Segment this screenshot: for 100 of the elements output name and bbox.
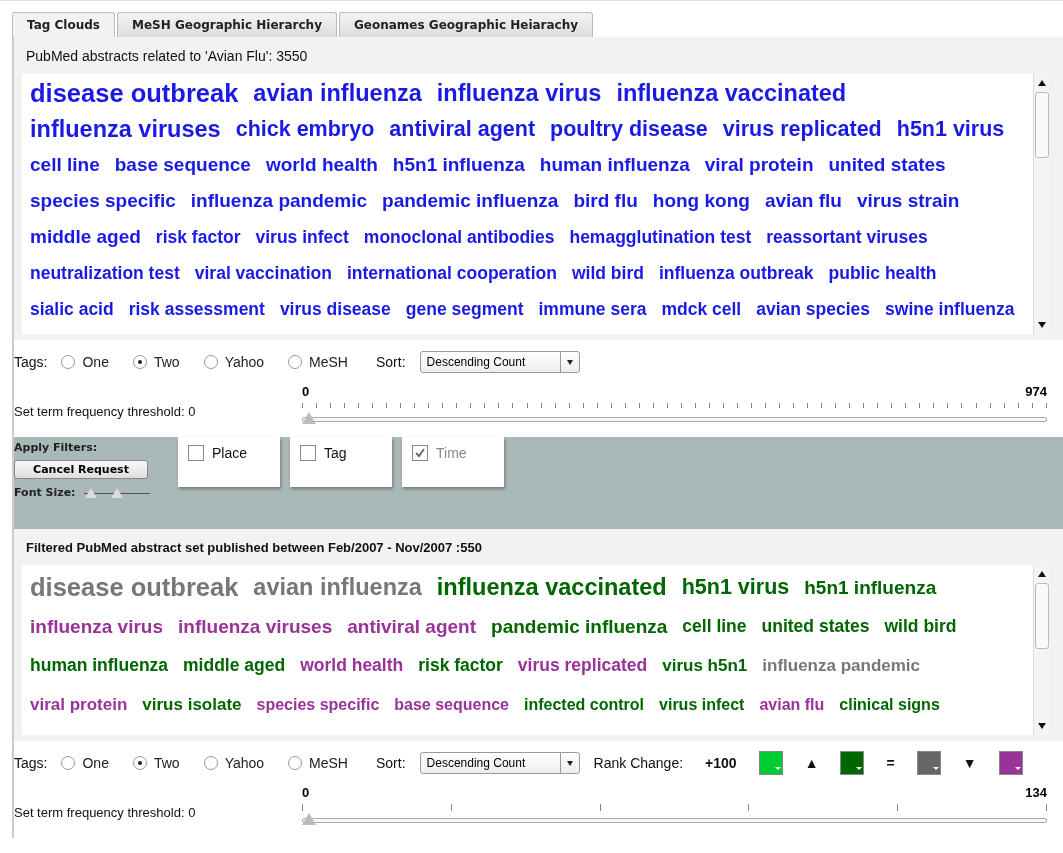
tag-option-radio[interactable]: MeSH (288, 354, 348, 370)
tag-link[interactable]: clinical signs (839, 685, 940, 724)
tag-link[interactable]: antiviral agent (347, 607, 477, 646)
tag-link[interactable]: monoclonal antibodies (363, 219, 555, 255)
tag-link[interactable]: bird flu (573, 183, 638, 219)
tag-link[interactable]: pandemic influenza (382, 183, 559, 219)
tag-link[interactable]: avian influenza (253, 568, 422, 607)
tag-link[interactable]: h5n1 influenza (392, 147, 525, 183)
tag-link[interactable]: viral protein (704, 147, 814, 183)
tag-link[interactable]: influenza pandemic (190, 183, 368, 219)
tag-link[interactable]: world health (265, 147, 378, 183)
tab[interactable]: Tag Clouds (12, 12, 115, 37)
color-picker-swatch[interactable] (916, 751, 941, 775)
tag-link[interactable]: h5n1 influenza (804, 568, 937, 607)
tab[interactable]: MeSH Geographic Hierarchy (116, 12, 337, 37)
tag-link[interactable]: virus replicated (722, 111, 882, 147)
tag-link[interactable]: human influenza (30, 646, 169, 685)
tag-link[interactable]: antiviral agent (389, 111, 536, 147)
tag-link[interactable]: cell line (682, 607, 747, 646)
tag-link[interactable]: virus h5n1 (662, 646, 748, 685)
tag-link[interactable]: cell line (30, 147, 100, 183)
font-size-slider[interactable] (83, 487, 150, 499)
tag-link[interactable]: hemagglutination test (569, 219, 752, 255)
tag-option-radio[interactable]: Two (132, 755, 180, 771)
slider-max-label: 134 (1025, 785, 1047, 800)
tag-option-radio[interactable]: One (61, 354, 109, 370)
tag-link[interactable]: risk factor (155, 219, 241, 255)
tag-link[interactable]: disease outbreak (30, 568, 239, 607)
tag-link[interactable]: influenza vaccinated (436, 568, 667, 607)
tag-link[interactable]: influenza viruses (30, 111, 221, 147)
tag-option-radio[interactable]: MeSH (288, 755, 348, 771)
tag-link[interactable]: united states (761, 607, 870, 646)
tag-link[interactable]: human influenza (539, 147, 690, 183)
tag-option-radio[interactable]: Yahoo (203, 755, 265, 771)
tag-link[interactable]: risk factor (418, 646, 503, 685)
tag-link[interactable]: world health (300, 646, 404, 685)
tag-link[interactable]: sialic acid (30, 291, 114, 327)
tag-link[interactable]: virus strain (856, 183, 960, 219)
filter-checkbox[interactable]: Tag (300, 445, 347, 461)
tag-link[interactable]: viral protein (30, 685, 128, 724)
filtered-heading: Filtered PubMed abstract set published between Feb/2007 - Nov/2007 :550 (25, 539, 483, 557)
check-icon (414, 447, 426, 459)
tag-link[interactable]: pandemic influenza (491, 607, 668, 646)
tag-option-radio[interactable]: Two (132, 354, 180, 370)
tag-link[interactable]: public health (828, 255, 937, 291)
tag-link[interactable]: chick embryo (235, 111, 375, 147)
tag-link[interactable]: middle aged (183, 646, 286, 685)
tag-link[interactable]: influenza pandemic (762, 646, 921, 685)
tag-link[interactable]: influenza vaccinated (616, 75, 847, 111)
tag-link[interactable]: viral vaccination (194, 255, 332, 291)
tag-link[interactable]: virus replicated (517, 646, 648, 685)
tag-link[interactable]: virus isolate (142, 685, 242, 724)
tag-link[interactable]: middle aged (30, 219, 141, 255)
filter-checkbox[interactable]: Place (188, 445, 248, 461)
tag-link[interactable]: avian flu (764, 183, 842, 219)
tag-link[interactable]: poultry disease (550, 111, 708, 147)
tag-link[interactable]: base sequence (394, 685, 509, 724)
tag-link[interactable]: influenza virus (436, 75, 602, 111)
tag-link[interactable]: wild bird (571, 255, 644, 291)
tag-link[interactable]: infected control (524, 685, 645, 724)
tag-link[interactable]: risk assessment (128, 291, 265, 327)
tag-option-radio[interactable]: Yahoo (203, 354, 265, 370)
tag-option-radio[interactable]: One (61, 755, 109, 771)
tag-link[interactable]: avian species (756, 291, 871, 327)
cancel-request-button[interactable]: Cancel Request (14, 460, 148, 479)
color-picker-swatch[interactable] (840, 751, 865, 775)
tag-link[interactable]: wild bird (884, 607, 957, 646)
tag-link[interactable]: disease outbreak (30, 75, 239, 111)
tag-link[interactable]: united states (828, 147, 946, 183)
threshold-slider[interactable] (302, 812, 1047, 826)
tag-link[interactable]: h5n1 virus (896, 111, 1005, 147)
legend-symbol: = (886, 755, 895, 771)
tag-link[interactable]: swine influenza (885, 291, 1015, 327)
tag-link[interactable]: reassortant viruses (766, 219, 928, 255)
tag-link[interactable]: species specific (256, 685, 380, 724)
sort-dropdown[interactable]: Descending Count (419, 752, 580, 774)
tag-link[interactable]: avian flu (759, 685, 825, 724)
tab[interactable]: Geonames Geographic Heiarachy (339, 12, 594, 37)
tag-link[interactable]: mdck cell (661, 291, 742, 327)
tag-link[interactable]: international cooperation (346, 255, 557, 291)
tag-link[interactable]: hong kong (652, 183, 750, 219)
tag-link[interactable]: gene segment (405, 291, 524, 327)
tag-link[interactable]: species specific (30, 183, 176, 219)
tag-link[interactable]: influenza viruses (178, 607, 333, 646)
tag-link[interactable]: avian influenza (253, 75, 422, 111)
color-picker-swatch[interactable] (998, 751, 1023, 775)
tag-link[interactable]: base sequence (114, 147, 251, 183)
tag-link[interactable]: h5n1 virus (681, 568, 790, 607)
sort-label: Sort: (376, 354, 406, 370)
color-picker-swatch[interactable] (758, 751, 783, 775)
sort-dropdown[interactable]: Descending Count (419, 351, 580, 373)
tag-link[interactable]: neutralization test (30, 255, 180, 291)
tag-link[interactable]: influenza outbreak (658, 255, 814, 291)
tag-link[interactable]: virus infect (659, 685, 745, 724)
slider-min-label: 0 (302, 785, 310, 800)
threshold-slider[interactable] (302, 411, 1047, 425)
tag-link[interactable]: immune sera (538, 291, 647, 327)
tag-link[interactable]: influenza virus (30, 607, 164, 646)
tag-link[interactable]: virus infect (255, 219, 349, 255)
tag-link[interactable]: virus disease (279, 291, 391, 327)
